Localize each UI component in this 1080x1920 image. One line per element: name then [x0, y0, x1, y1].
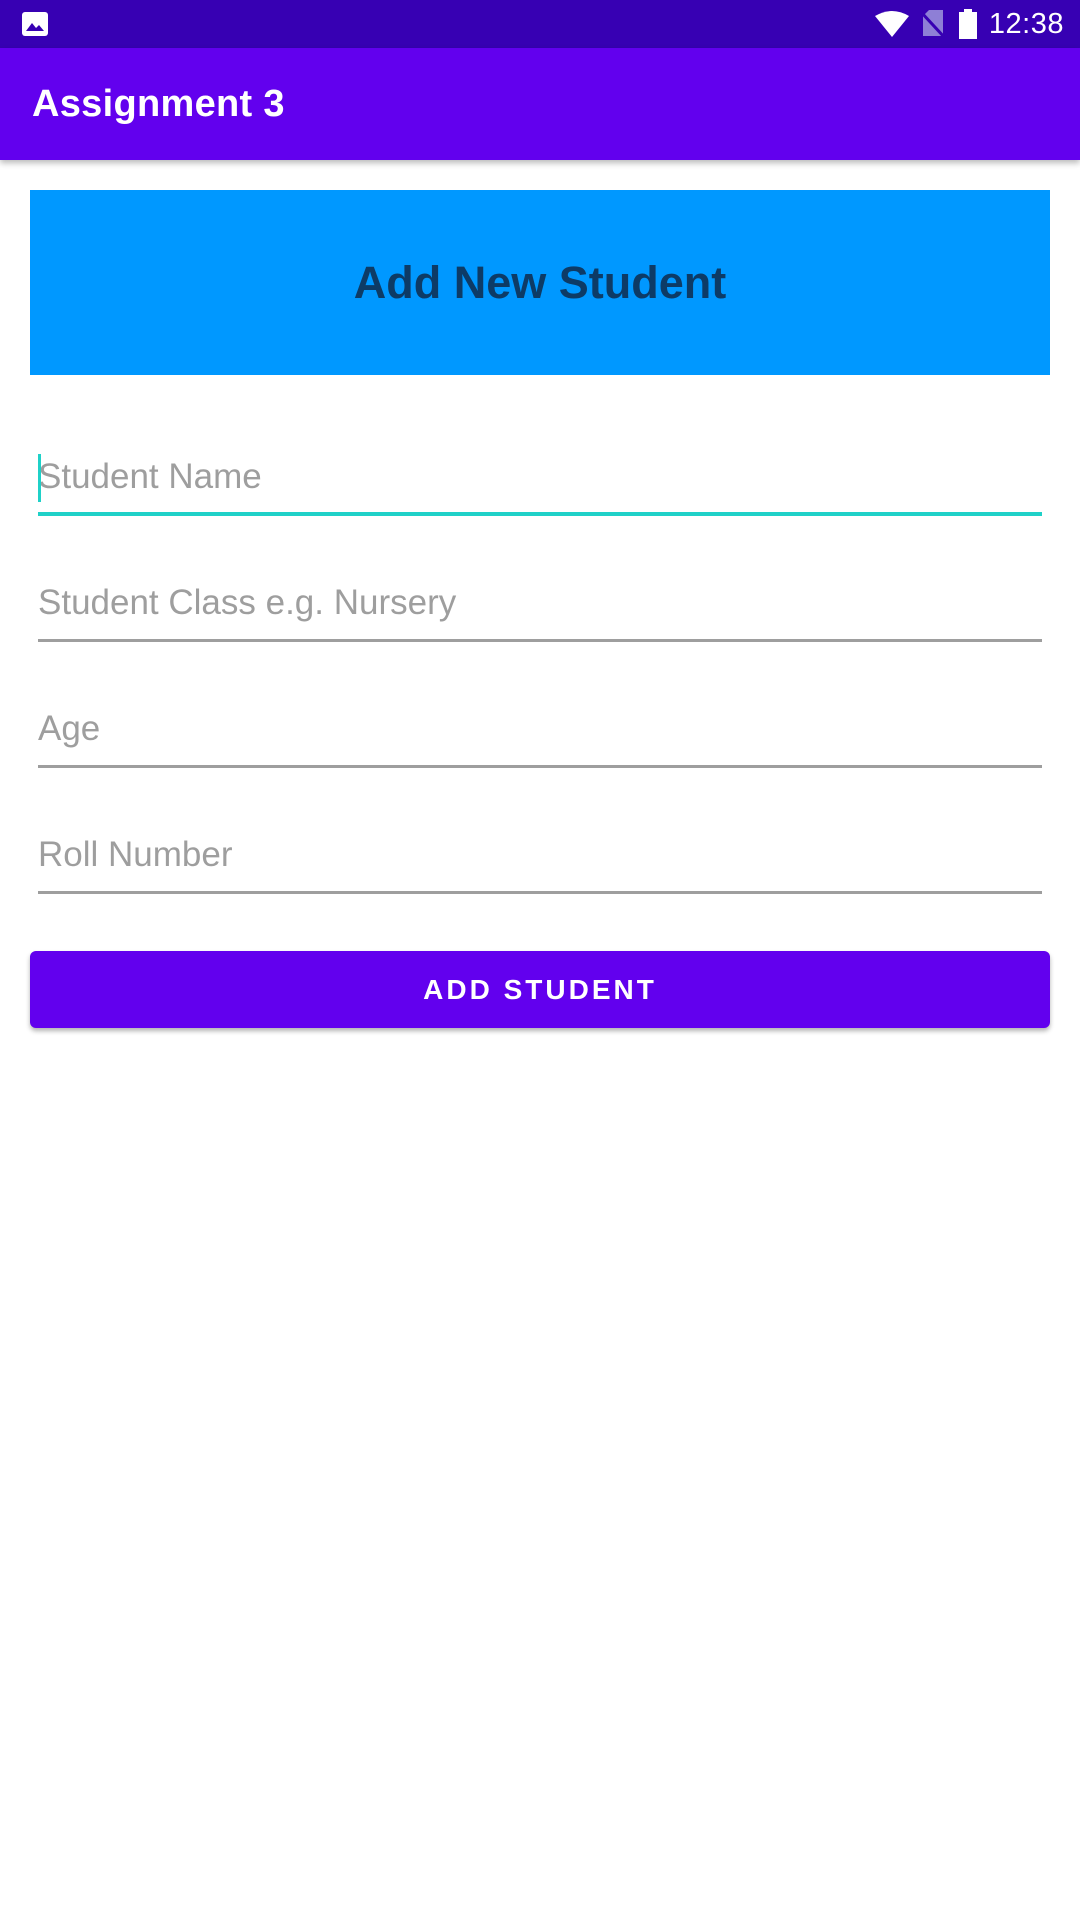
status-time: 12:38 [988, 7, 1064, 40]
student-class-field[interactable] [38, 572, 1042, 642]
no-sim-icon [920, 10, 945, 38]
add-student-button[interactable]: ADD STUDENT [30, 951, 1050, 1028]
screen: 12:38 Assignment 3 Add New Student ADD S… [0, 0, 1080, 1920]
battery-icon [958, 9, 977, 39]
app-bar: Assignment 3 [0, 48, 1080, 160]
status-icons: 12:38 [874, 0, 1064, 48]
text-cursor [38, 454, 41, 502]
roll-number-field[interactable] [38, 824, 1042, 894]
student-class-underline [38, 639, 1042, 642]
header-title: Add New Student [353, 256, 727, 308]
student-name-field[interactable] [38, 446, 1042, 516]
wifi-icon [874, 11, 909, 37]
student-name-input[interactable] [38, 446, 1042, 508]
image-icon [22, 12, 48, 36]
age-field[interactable] [38, 698, 1042, 768]
student-name-underline [38, 512, 1042, 516]
roll-number-input[interactable] [38, 824, 1042, 886]
student-class-input[interactable] [38, 572, 1042, 634]
roll-number-underline [38, 891, 1042, 894]
status-bar: 12:38 [0, 0, 1080, 48]
header-banner: Add New Student [30, 190, 1050, 375]
age-input[interactable] [38, 698, 1042, 760]
age-underline [38, 765, 1042, 768]
app-title: Assignment 3 [32, 83, 285, 125]
